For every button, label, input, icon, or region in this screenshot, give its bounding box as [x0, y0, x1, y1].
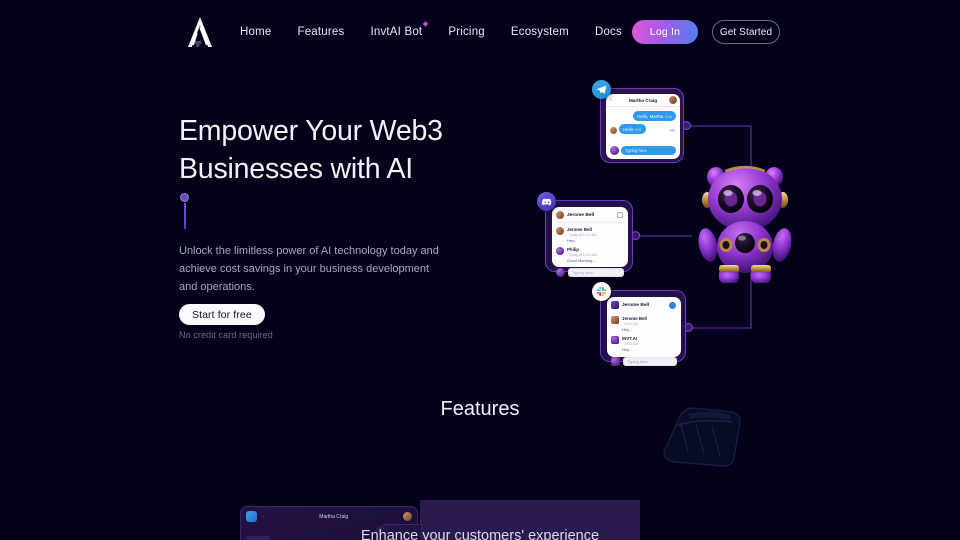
landing-page: Home Features InvtAI Bot ✦ Pricing Ecosy…	[0, 0, 960, 540]
message-timestamp: 10:11 AM	[624, 322, 639, 326]
nav-links: Home Features InvtAI Bot ✦ Pricing Ecosy…	[240, 0, 622, 64]
avatar	[611, 301, 619, 309]
info-icon[interactable]	[669, 301, 676, 309]
hero-note: No credit card required	[179, 330, 273, 340]
back-icon[interactable]: ‹	[610, 97, 612, 103]
feature-panel-contact-name: Martha Craig	[319, 513, 349, 520]
nav-item-home-label: Home	[240, 26, 272, 38]
telegram-chat-card[interactable]: ‹ Martha Craig Hello, Martha 9:41 Hello 9:…	[592, 80, 684, 163]
message-text: Hello	[623, 126, 634, 132]
avatar	[556, 211, 564, 219]
nav-item-features[interactable]: Features	[297, 26, 344, 38]
start-for-free-button[interactable]: Start for free	[179, 304, 265, 325]
login-button[interactable]: Log In	[632, 20, 698, 44]
invtai-robot-mascot	[695, 155, 795, 284]
get-started-button[interactable]: Get Started	[712, 20, 780, 44]
slack-chat-body: Jerome Bell Jerome Bell 10:11 AM Hey... …	[607, 297, 681, 366]
top-navbar: Home Features InvtAI Bot ✦ Pricing Ecosy…	[0, 0, 960, 64]
avatar	[556, 227, 564, 235]
message-row-incoming: Hello 9:41	[610, 124, 676, 134]
discord-message-input[interactable]: Typing here	[568, 268, 624, 277]
message-bubble-outgoing: Hello, Martha 9:41	[633, 111, 676, 121]
slack-input-row: Typing here	[611, 357, 677, 366]
telegram-contact-name: Martha Craig	[628, 97, 658, 103]
discord-input-row: Typing here	[556, 268, 624, 277]
discord-icon	[537, 192, 556, 211]
message-text: Hey...	[567, 238, 578, 243]
avatar	[556, 247, 564, 255]
avatar	[611, 316, 619, 324]
avatar	[403, 512, 412, 521]
discord-contact-name: Jerome Bell	[567, 212, 595, 218]
feature-subtitle: Enhance your customers' experience	[360, 528, 600, 540]
message-time: 9:41	[665, 114, 672, 119]
message-sender: Jerome Bell	[567, 227, 592, 232]
more-options-icon[interactable]	[617, 212, 623, 218]
slack-icon	[592, 282, 611, 301]
nav-item-home[interactable]: Home	[240, 26, 271, 38]
hero-heading: Empower Your Web3 Businesses with AI	[179, 112, 479, 188]
hero-title-line-1: Empower Your Web3	[179, 115, 443, 147]
avatar	[611, 336, 619, 344]
message-text: Good Morning...	[567, 258, 596, 263]
message-text: Hey...	[622, 327, 633, 332]
nav-item-docs-label: Docs	[594, 26, 622, 38]
telegram-chat-body: ‹ Martha Craig Hello, Martha 9:41 Hello 9:…	[606, 94, 680, 159]
telegram-input-row: Typing here	[606, 146, 680, 159]
nav-item-ecosystem-label: Ecosystem	[510, 26, 569, 38]
slack-chat-card[interactable]: Jerome Bell Jerome Bell 10:11 AM Hey... …	[592, 282, 686, 366]
message-text: Hello, Martha	[637, 113, 664, 119]
features-section-title: Features	[440, 398, 520, 420]
sparkle-icon: ✦	[420, 19, 431, 31]
typing-indicator-icon: •••	[669, 128, 675, 134]
message-timestamp: Today at 10:11 AM	[569, 253, 597, 257]
message-sender: Philip	[567, 247, 579, 252]
discord-chat-body: Jerome Bell Jerome Bell Today at 10:11 A…	[552, 207, 628, 277]
telegram-message-input[interactable]: Typing here	[621, 146, 676, 155]
message-sender: Jerome Bell	[622, 316, 647, 321]
accent-bar	[184, 203, 186, 229]
message-text: Hey...	[622, 347, 633, 352]
message-time: 9:41	[635, 127, 642, 132]
telegram-messages: Hello, Martha 9:41 Hello 9:41 •••	[606, 107, 680, 146]
hero-paragraph: Unlock the limitless power of AI technol…	[179, 245, 439, 293]
message-timestamp: 10:11 AM	[624, 342, 639, 346]
message-row: Jerome Bell 10:11 AM Hey...	[611, 316, 677, 332]
slack-header: Jerome Bell	[611, 301, 677, 312]
telegram-icon	[592, 80, 611, 99]
telegram-icon	[246, 511, 257, 522]
nav-item-features-label: Features	[297, 26, 345, 38]
accent-decoration	[180, 193, 192, 229]
message-row: INVT.AI 10:11 AM Hey...	[611, 336, 677, 352]
bot-avatar	[611, 357, 620, 366]
nav-item-docs[interactable]: Docs	[595, 26, 622, 38]
nav-item-invtai-bot-label: InvtAI Bot	[370, 26, 423, 38]
avatar	[610, 127, 617, 134]
slack-contact-name: Jerome Bell	[622, 302, 650, 308]
nav-actions: Log In Get Started	[632, 20, 780, 44]
nav-item-pricing[interactable]: Pricing	[448, 26, 485, 38]
nav-item-pricing-label: Pricing	[448, 26, 485, 38]
bot-avatar	[610, 146, 619, 155]
discord-header: Jerome Bell	[556, 211, 624, 223]
message-row: Jerome Bell Today at 10:11 AM Hey...	[556, 227, 624, 243]
telegram-header: ‹ Martha Craig	[606, 94, 680, 107]
message-sender: INVT.AI	[622, 336, 638, 341]
discord-chat-card[interactable]: Jerome Bell Jerome Bell Today at 10:11 A…	[537, 192, 633, 277]
invtai-logo[interactable]	[181, 14, 219, 52]
integrations-diagram: ‹ Martha Craig Hello, Martha 9:41 Hello 9:…	[520, 70, 860, 370]
hero-title-line-2: Businesses with AI	[179, 153, 414, 185]
bot-avatar	[556, 268, 565, 277]
slack-message-input[interactable]: Typing here	[623, 357, 677, 366]
feature-3d-object	[636, 396, 760, 482]
message-row: Philip Today at 10:11 AM Good Morning...	[556, 247, 624, 263]
nav-item-invtai-bot[interactable]: InvtAI Bot ✦	[370, 20, 430, 39]
avatar	[669, 96, 677, 104]
nav-item-ecosystem[interactable]: Ecosystem	[511, 26, 569, 38]
back-icon[interactable]: ‹	[263, 514, 265, 519]
message-bubble-incoming: Hello 9:41	[619, 124, 646, 134]
accent-dot-icon	[180, 193, 189, 202]
message-timestamp: Today at 10:11 AM	[569, 233, 597, 237]
